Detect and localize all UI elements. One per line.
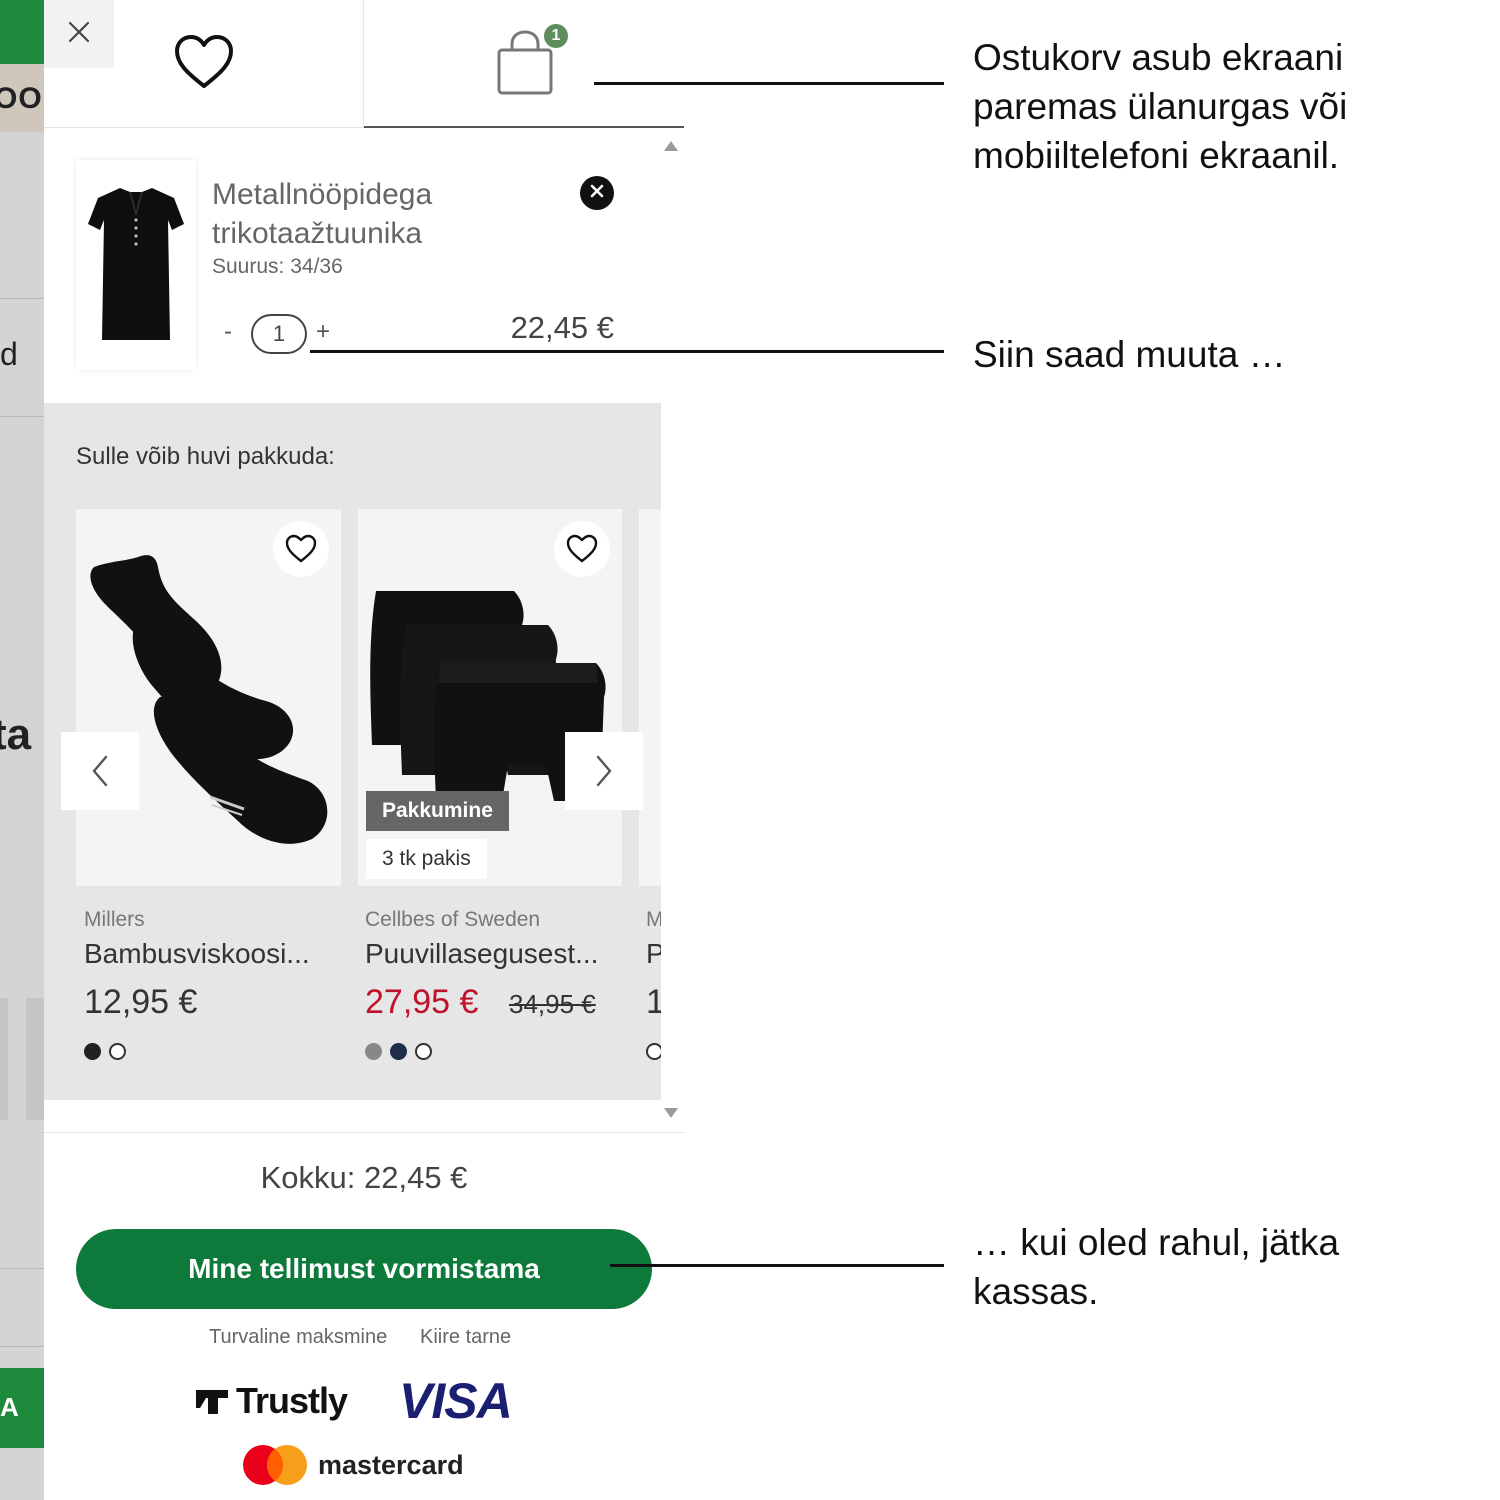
trustly-logo: Trustly: [194, 1380, 348, 1422]
cart-item-image[interactable]: [76, 160, 196, 370]
color-swatch-grey[interactable]: [365, 1043, 382, 1060]
quantity-field[interactable]: 1: [251, 314, 307, 354]
recommendations-title: Sulle võib huvi pakkuda:: [76, 443, 335, 470]
product-sale-price: 27,95 €: [365, 983, 479, 1021]
annotation-pointer-line: [594, 82, 944, 85]
total-label: Kokku:: [260, 1160, 356, 1195]
annotation-cart-location: Ostukorv asub ekraani paremas ülanurgas …: [973, 37, 1348, 176]
color-swatch-white[interactable]: [415, 1043, 432, 1060]
product-name[interactable]: P: [646, 938, 661, 970]
product-brand: M: [646, 908, 661, 931]
mastercard-circles-icon: [243, 1445, 307, 1485]
cart-total: Kokku: 22,45 €: [44, 1160, 684, 1196]
background-green-button: A: [0, 1368, 44, 1448]
color-swatch-white[interactable]: [109, 1043, 126, 1060]
product-brand: Millers: [84, 908, 145, 931]
annotation-pointer-line: [310, 350, 944, 353]
remove-item-button[interactable]: [580, 176, 614, 210]
background-divider: [0, 298, 44, 299]
background-logo-band: OOD: [0, 64, 44, 132]
cart-count-badge: 1: [542, 22, 570, 50]
background-divider: [0, 416, 44, 417]
product-card-image[interactable]: [76, 509, 341, 886]
footer-divider: [44, 1132, 684, 1133]
product-price: 1: [646, 983, 661, 1021]
chevron-left-icon: [92, 755, 108, 787]
background-thumbnail: [0, 998, 8, 1120]
cart-item-price: 22,45 €: [510, 310, 614, 345]
product-brand: Cellbes of Sweden: [365, 908, 541, 931]
remove-icon: [590, 184, 604, 203]
color-swatch-black[interactable]: [84, 1043, 101, 1060]
cart-item-name-line: trikotaažtuunika: [212, 217, 423, 250]
product-price: 12,95 €: [84, 983, 198, 1021]
background-thumbnail: [26, 998, 44, 1120]
product-card-image[interactable]: [639, 509, 661, 886]
recommendations-panel: Sulle võib huvi pakkuda: Millers Bambusv: [44, 403, 661, 1100]
visa-logo: VISA: [399, 1373, 513, 1429]
checkout-button[interactable]: Mine tellimust vormistama: [76, 1229, 652, 1309]
close-icon: [67, 20, 91, 49]
pack-badge: 3 tk pakis: [366, 839, 487, 879]
background-text-fragment: d: [0, 336, 18, 372]
background-logo-fragment: OOD: [0, 82, 44, 115]
screenshot: OOD d ta A: [0, 0, 1500, 1500]
chevron-right-icon: [596, 755, 612, 787]
add-to-favorites-button[interactable]: [554, 521, 610, 577]
tab-cart[interactable]: 1: [364, 0, 684, 128]
cart-item-size: Suurus: 34/36: [212, 255, 343, 278]
carousel-prev-button[interactable]: [61, 732, 139, 810]
color-swatch-white[interactable]: [646, 1043, 661, 1060]
heart-icon: [566, 534, 598, 563]
add-to-favorites-button[interactable]: [273, 521, 329, 577]
secure-payment-note: Turvaline maksmine: [209, 1326, 388, 1348]
mastercard-wordmark: mastercard: [318, 1449, 464, 1480]
annotation-pointer-line: [610, 1264, 944, 1267]
heart-icon: [285, 534, 317, 563]
close-button[interactable]: [44, 0, 114, 68]
quantity-increase-button[interactable]: +: [316, 318, 330, 346]
annotation-change-here: Siin saad muuta …: [973, 334, 1286, 375]
scroll-down-arrow[interactable]: [664, 1108, 678, 1118]
product-old-price: 34,95 €: [509, 989, 596, 1019]
cart-item-name-line: Metallnööpidega: [212, 178, 433, 211]
background-page: OOD d ta A: [0, 0, 44, 1500]
cart-item-name[interactable]: Metallnööpidega trikotaažtuunika: [212, 175, 522, 253]
product-card-image[interactable]: Pakkumine 3 tk pakis: [358, 509, 622, 886]
quantity-decrease-button[interactable]: -: [224, 318, 232, 346]
background-divider: [0, 1346, 44, 1347]
fast-delivery-note: Kiire tarne: [420, 1326, 512, 1348]
background-divider: [0, 1268, 44, 1269]
background-header-bar: [0, 0, 44, 64]
cart-drawer: 1 Metallnööpidega trikotaažtuunika Suuru…: [44, 0, 684, 1500]
total-value: 22,45 €: [363, 1160, 468, 1195]
trustly-mark-icon: [196, 1390, 228, 1414]
product-name[interactable]: Puuvillasegusest...: [365, 938, 598, 970]
trustly-wordmark: Trustly: [236, 1380, 348, 1421]
mastercard-logo: mastercard: [242, 1444, 464, 1486]
background-heading-fragment: ta: [0, 710, 32, 759]
dress-image: [88, 188, 184, 340]
offer-badge: Pakkumine: [366, 791, 509, 831]
scroll-up-arrow[interactable]: [664, 141, 678, 151]
product-name[interactable]: Bambusviskoosi...: [84, 938, 310, 970]
heart-icon: [174, 34, 234, 95]
background-button-fragment: A: [0, 1392, 19, 1422]
color-swatch-navy[interactable]: [390, 1043, 407, 1060]
carousel-next-button[interactable]: [565, 732, 643, 810]
annotation-continue-checkout: … kui oled rahul, jätka kassas.: [973, 1222, 1340, 1312]
